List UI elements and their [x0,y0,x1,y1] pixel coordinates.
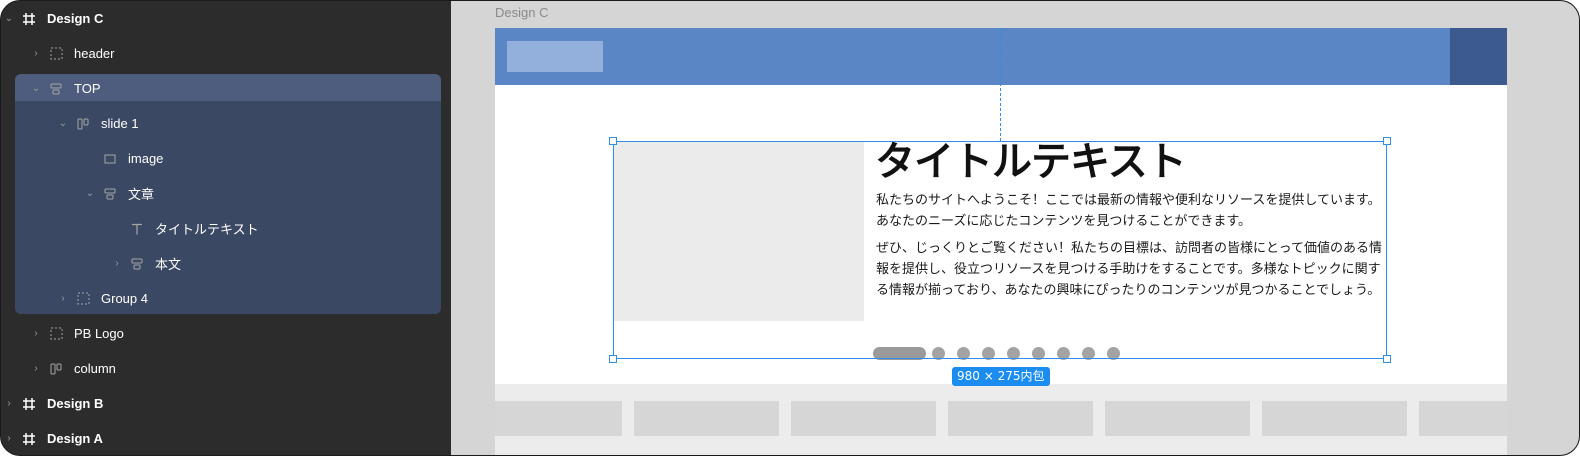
layer-row-本文[interactable]: › 本文 [1,246,451,281]
layer-label: slide 1 [101,116,139,131]
layer-label: 本文 [155,257,182,272]
layer-row-design-c[interactable]: ⌄ Design C [1,1,451,36]
resize-handle-top-right[interactable] [1383,137,1391,145]
dashed-group-icon [48,46,64,62]
text-icon [129,221,145,237]
column-section[interactable] [495,384,1507,455]
header-logo[interactable] [507,41,603,72]
chevron-right-icon[interactable]: › [30,48,42,59]
column-card[interactable] [1419,401,1507,436]
chevron-right-icon[interactable]: › [30,328,42,339]
autolayout-vertical-icon [48,81,64,97]
dashed-group-icon [75,291,91,307]
layer-row-文章[interactable]: ⌄ 文章 [1,176,451,211]
layers-panel: ⌄ Design C › header ⌄ TOP ⌄ slide 1 image ⌄ 文章タイトル… [1,1,451,455]
layer-row-タイトルテキスト[interactable]: タイトルテキスト [1,211,451,246]
selection-size-badge: 980 × 275内包 [952,367,1050,386]
frame-label[interactable]: Design C [495,5,548,20]
layer-row-group-4[interactable]: › Group 4 [1,281,451,316]
layer-label: Group 4 [101,291,148,306]
chevron-right-icon[interactable]: › [57,293,69,304]
resize-handle-bottom-left[interactable] [609,355,617,363]
chevron-right-icon[interactable]: › [3,433,15,444]
autolayout-vertical-icon [102,186,118,202]
selection-box[interactable] [609,137,1391,363]
layer-label: column [74,361,116,376]
frame-icon [21,431,37,447]
layer-label: image [128,151,164,166]
header-menu-block[interactable] [1450,28,1507,85]
layer-row-design-a[interactable]: › Design A [1,421,451,455]
dashed-group-icon [48,326,64,342]
layer-label: 文章 [128,187,155,202]
column-card[interactable] [948,401,1093,436]
layer-row-pb-logo[interactable]: › PB Logo [1,316,451,351]
layer-row-column[interactable]: › column [1,351,451,386]
column-card[interactable] [791,401,936,436]
layer-label: Design C [47,11,104,26]
layer-row-slide-1[interactable]: ⌄ slide 1 [1,106,451,141]
site-header[interactable] [495,28,1507,85]
layer-label: PB Logo [74,326,124,341]
column-card[interactable] [634,401,779,436]
layer-label: Design B [47,396,104,411]
canvas[interactable]: Design C タイトルテキスト 私たちのサイトへようこそ！ここでは最新の情報… [451,1,1579,455]
resize-handle-bottom-right[interactable] [1383,355,1391,363]
chevron-down-icon[interactable]: ⌄ [3,13,15,24]
frame-icon [21,396,37,412]
layer-row-image[interactable]: image [1,141,451,176]
chevron-right-icon[interactable]: › [30,363,42,374]
chevron-down-icon[interactable]: ⌄ [84,188,96,199]
chevron-down-icon[interactable]: ⌄ [30,83,42,94]
frame-icon [21,11,37,27]
center-guide [1000,28,1001,141]
layer-label: header [74,46,115,61]
column-card[interactable] [1105,401,1250,436]
layer-label: タイトルテキスト [155,222,259,237]
rectangle-icon [102,151,118,167]
layer-row-top[interactable]: ⌄ TOP [1,71,451,106]
app-window: ⌄ Design C › header ⌄ TOP ⌄ slide 1 image ⌄ 文章タイトル… [0,0,1580,456]
layer-label: Design A [47,431,103,446]
column-card[interactable] [1262,401,1407,436]
autolayout-horizontal-icon [75,116,91,132]
autolayout-horizontal-icon [48,361,64,377]
chevron-right-icon[interactable]: › [3,398,15,409]
layer-row-header[interactable]: › header [1,36,451,71]
autolayout-vertical-icon [129,256,145,272]
column-card[interactable] [495,401,622,436]
layer-label: TOP [74,81,101,96]
layer-row-design-b[interactable]: › Design B [1,386,451,421]
chevron-right-icon[interactable]: › [111,258,123,269]
resize-handle-top-left[interactable] [609,137,617,145]
chevron-down-icon[interactable]: ⌄ [57,118,69,129]
